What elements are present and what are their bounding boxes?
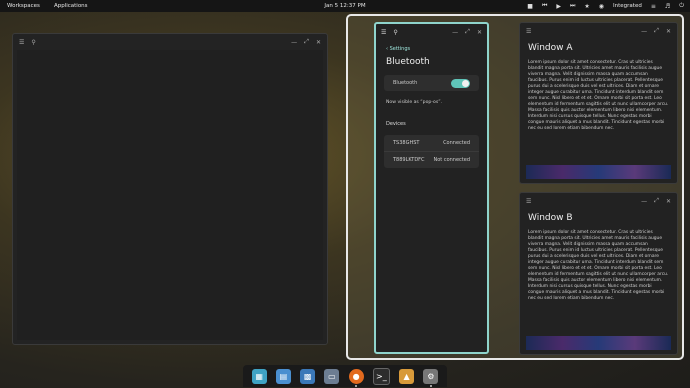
maximize-icon[interactable]: ⤢ xyxy=(654,27,659,35)
devices-list: TS38GHST Connected T889LKTDFC Not connec… xyxy=(384,135,479,168)
menu-icon[interactable]: ☰ xyxy=(381,29,386,36)
previous-icon[interactable]: ⏮ xyxy=(542,2,547,10)
close-icon[interactable]: ✕ xyxy=(316,39,321,46)
pop-shop-icon[interactable]: ▦ xyxy=(251,368,267,384)
window-a[interactable]: ☰ — ⤢ ✕ Window A Lorem ipsum dolor sit a… xyxy=(519,22,678,184)
minimize-icon[interactable]: — xyxy=(291,39,297,46)
device-status: Not connected xyxy=(433,157,470,163)
window-title: Window B xyxy=(528,213,573,223)
maximize-icon[interactable]: ⤢ xyxy=(465,28,470,36)
bluetooth-toggle-card: Bluetooth xyxy=(384,75,479,91)
menu-icon[interactable]: ☰ xyxy=(19,39,24,46)
settings-window[interactable]: ☰ ⚲ — ⤢ ✕ ‹ Settings Bluetooth Bluetooth… xyxy=(374,22,489,354)
dock: ▦ ▤ ▩ ▭ ● >_ ▲ ⚙ xyxy=(243,365,447,387)
device-status: Connected xyxy=(443,140,470,146)
bluetooth-icon[interactable]: ★ xyxy=(584,3,589,10)
close-icon[interactable]: ✕ xyxy=(477,29,482,36)
gnome-tweaks-icon[interactable]: ▤ xyxy=(275,368,291,384)
files-icon[interactable]: ▭ xyxy=(324,368,340,384)
graphics-mode-label[interactable]: Integrated xyxy=(613,3,642,9)
applications-button[interactable]: Applications xyxy=(54,3,88,9)
gallery-icon[interactable]: ▩ xyxy=(300,368,316,384)
settings-icon[interactable]: ⚙ xyxy=(423,368,439,387)
graphics-icon[interactable]: ◉ xyxy=(599,3,604,10)
menu-icon[interactable]: ☰ xyxy=(526,198,531,205)
terminal-icon[interactable]: >_ xyxy=(372,367,390,385)
running-indicator xyxy=(355,384,358,387)
minimize-icon[interactable]: — xyxy=(452,29,458,36)
workspaces-button[interactable]: Workspaces xyxy=(7,3,40,9)
empty-window[interactable]: ☰ ⚲ — ⤢ ✕ xyxy=(12,33,328,345)
minimize-icon[interactable]: — xyxy=(641,198,647,205)
device-name: TS38GHST xyxy=(393,140,420,146)
minimize-icon[interactable]: — xyxy=(641,28,647,35)
running-indicator xyxy=(429,384,432,387)
top-panel: Workspaces Applications Jan 5 12:37 PM ■… xyxy=(0,0,690,12)
maximize-icon[interactable]: ⤢ xyxy=(654,197,659,205)
search-icon[interactable]: ⚲ xyxy=(31,39,35,46)
galaxy-image xyxy=(526,336,671,350)
back-label: Settings xyxy=(389,46,411,52)
device-name: T889LKTDFC xyxy=(393,157,425,163)
play-icon[interactable]: ▶ xyxy=(556,3,561,10)
page-title: Bluetooth xyxy=(386,57,430,67)
back-link[interactable]: ‹ Settings xyxy=(386,46,487,52)
menu-icon[interactable]: ☰ xyxy=(526,28,531,35)
device-row[interactable]: TS38GHST Connected xyxy=(384,135,479,151)
network-icon[interactable]: ≡ xyxy=(651,3,656,10)
device-row[interactable]: T889LKTDFC Not connected xyxy=(384,151,479,168)
clock[interactable]: Jan 5 12:37 PM xyxy=(324,3,365,9)
close-icon[interactable]: ✕ xyxy=(666,198,671,205)
power-icon[interactable]: ⏻ xyxy=(679,2,684,10)
bluetooth-toggle[interactable] xyxy=(451,78,470,88)
galaxy-image xyxy=(526,165,671,179)
body-text: Lorem ipsum dolor sit amet consectetur. … xyxy=(528,60,669,131)
firefox-icon[interactable]: ● xyxy=(348,368,364,387)
window-b[interactable]: ☰ — ⤢ ✕ Window B Lorem ipsum dolor sit a… xyxy=(519,192,678,355)
body-text: Lorem ipsum dolor sit amet consectetur. … xyxy=(528,230,669,301)
devices-header: Devices xyxy=(386,121,406,127)
visibility-note: Now visible as “pop-os”. xyxy=(386,100,443,105)
media-icon[interactable]: ■ xyxy=(527,3,533,10)
volume-icon[interactable]: ♬ xyxy=(665,3,670,10)
window-content xyxy=(17,50,323,340)
bluetooth-toggle-label: Bluetooth xyxy=(393,80,418,86)
next-icon[interactable]: ⏭ xyxy=(570,2,575,10)
search-icon[interactable]: ⚲ xyxy=(393,29,397,36)
window-title: Window A xyxy=(528,43,573,53)
chevron-left-icon: ‹ xyxy=(386,46,388,52)
close-icon[interactable]: ✕ xyxy=(666,28,671,35)
image-viewer-icon[interactable]: ▲ xyxy=(399,368,415,384)
maximize-icon[interactable]: ⤢ xyxy=(304,38,309,46)
toggle-knob xyxy=(462,79,469,87)
